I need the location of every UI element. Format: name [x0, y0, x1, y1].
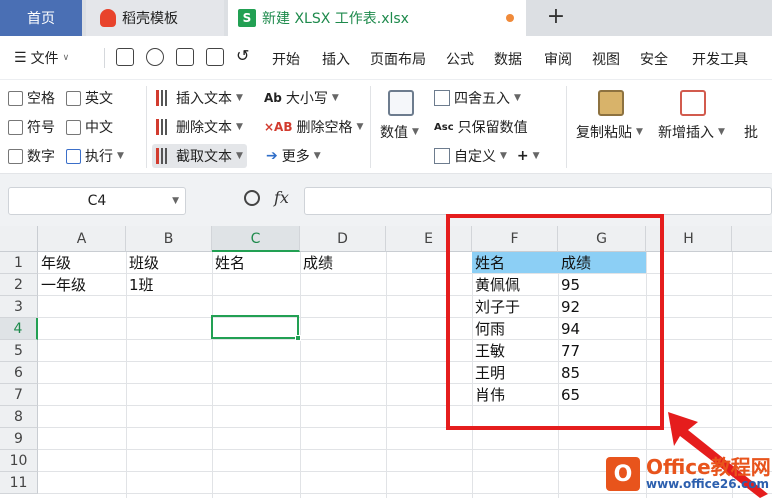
watermark: O Office教程网 www.office26.com	[606, 450, 772, 498]
batch-button[interactable]: 批	[744, 122, 758, 142]
chevron-down-icon: ∨	[62, 53, 70, 63]
docer-logo-icon	[100, 9, 116, 27]
new-tab-button[interactable]: +	[542, 4, 570, 29]
print-icon[interactable]	[176, 48, 194, 66]
watermark-url: www.office26.com	[646, 477, 770, 492]
clipboard-icon	[598, 90, 624, 116]
tab-workbook[interactable]: S 新建 XLSX 工作表.xlsx	[228, 0, 526, 36]
delete-text-button[interactable]: 删除文本 ▼	[156, 117, 243, 137]
column-header-d[interactable]: D	[300, 226, 386, 252]
copy-paste-button[interactable]: 复制粘贴 ▼	[576, 122, 643, 142]
row-header-9[interactable]: 9	[0, 428, 38, 450]
column-header-c[interactable]: C	[212, 226, 300, 252]
cell-a2[interactable]: 一年级	[38, 274, 86, 296]
export-icon[interactable]	[146, 48, 164, 66]
row-header-7[interactable]: 7	[0, 384, 38, 406]
divider	[104, 48, 105, 68]
row-header-6[interactable]: 6	[0, 362, 38, 384]
column-header-i[interactable]	[732, 226, 772, 252]
check-symbol[interactable]: 符号	[8, 117, 55, 137]
annotation-box	[446, 214, 664, 430]
delete-space-icon: ×AB	[264, 120, 293, 134]
round-button[interactable]: 四舍五入 ▼	[434, 88, 521, 108]
plus-icon: +	[516, 148, 529, 164]
cut-text-icon	[156, 148, 172, 164]
menu-developer[interactable]: 开发工具	[692, 49, 748, 69]
column-header-a[interactable]: A	[38, 226, 126, 252]
row-header-10[interactable]: 10	[0, 450, 38, 472]
cell-a1[interactable]: 年级	[38, 252, 71, 274]
row-header-11[interactable]: 11	[0, 472, 38, 494]
new-insert-icon	[680, 90, 706, 116]
case-button[interactable]: Ab 大小写 ▼	[264, 88, 339, 108]
tab-bar: 首页 稻壳模板 S 新建 XLSX 工作表.xlsx +	[0, 0, 772, 36]
value-icon	[388, 90, 414, 116]
execute-button[interactable]: 执行 ▼	[66, 146, 124, 166]
check-number[interactable]: 数字	[8, 146, 55, 166]
value-button[interactable]: 数值 ▼	[380, 122, 419, 142]
delete-space-button[interactable]: ×AB 删除空格 ▼	[264, 117, 363, 137]
office-logo-icon: O	[606, 457, 640, 491]
select-all-corner[interactable]	[0, 226, 38, 252]
delete-text-icon	[156, 119, 172, 135]
menu-review[interactable]: 审阅	[544, 49, 572, 69]
print-preview-icon[interactable]	[206, 48, 224, 66]
divider	[146, 86, 147, 168]
tab-home[interactable]: 首页	[0, 0, 82, 36]
check-english[interactable]: 英文	[66, 88, 113, 108]
execute-icon	[66, 148, 81, 164]
menu-home[interactable]: 开始	[272, 49, 300, 69]
row-header-1[interactable]: 1	[0, 252, 38, 274]
column-header-b[interactable]: B	[126, 226, 212, 252]
check-chinese[interactable]: 中文	[66, 117, 113, 137]
menu-bar: ☰ 文件 ∨ ↺ 开始 插入 页面布局 公式 数据 审阅 视图 安全 开发工具	[0, 36, 772, 80]
chevron-down-icon: ▼	[172, 196, 179, 206]
menu-security[interactable]: 安全	[640, 49, 668, 69]
cut-text-button[interactable]: 截取文本 ▼	[152, 144, 247, 168]
cell-b2[interactable]: 1班	[126, 274, 154, 296]
unsaved-dot-icon	[506, 14, 514, 22]
menu-view[interactable]: 视图	[592, 49, 620, 69]
row-header-4[interactable]: 4	[0, 318, 38, 340]
name-box[interactable]: C4 ▼	[8, 187, 186, 215]
divider	[566, 86, 567, 168]
new-insert-button[interactable]: 新增插入 ▼	[658, 122, 725, 142]
custom-button[interactable]: 自定义 ▼ + ▼	[434, 146, 540, 166]
more-button[interactable]: ➔ 更多 ▼	[266, 146, 321, 166]
menu-data[interactable]: 数据	[494, 49, 522, 69]
row-header-3[interactable]: 3	[0, 296, 38, 318]
cell-b1[interactable]: 班级	[126, 252, 159, 274]
cell-c1[interactable]: 姓名	[212, 252, 245, 274]
fill-handle[interactable]	[295, 335, 301, 341]
arrow-right-icon: ➔	[266, 148, 278, 164]
ribbon: 空格 英文 符号 中文 数字 执行 ▼ 插入文本 ▼ Ab 大小写 ▼ 删除文本 ▼ ×A…	[0, 80, 772, 174]
save-icon[interactable]	[116, 48, 134, 66]
menu-insert[interactable]: 插入	[322, 49, 350, 69]
check-space[interactable]: 空格	[8, 88, 55, 108]
keep-value-icon: Asc	[434, 121, 454, 133]
cell-d1[interactable]: 成绩	[300, 252, 333, 274]
row-header-2[interactable]: 2	[0, 274, 38, 296]
selected-cell-c4[interactable]	[211, 315, 301, 341]
spreadsheet-icon: S	[238, 9, 256, 27]
insert-text-icon	[156, 90, 172, 106]
zoom-icon[interactable]	[244, 190, 260, 206]
row-header-5[interactable]: 5	[0, 340, 38, 362]
insert-text-button[interactable]: 插入文本 ▼	[156, 88, 243, 108]
formula-input[interactable]	[304, 187, 772, 215]
custom-icon	[434, 148, 450, 164]
round-icon	[434, 90, 450, 106]
divider	[370, 86, 371, 168]
menu-page-layout[interactable]: 页面布局	[370, 49, 426, 69]
tab-docer[interactable]: 稻壳模板	[86, 0, 224, 36]
menu-formulas[interactable]: 公式	[446, 49, 474, 69]
file-menu[interactable]: ☰ 文件 ∨	[14, 48, 69, 68]
undo-icon[interactable]: ↺	[236, 46, 254, 65]
watermark-title: Office教程网	[646, 455, 771, 480]
keep-value-button[interactable]: Asc 只保留数值	[434, 117, 528, 137]
row-header-8[interactable]: 8	[0, 406, 38, 428]
hamburger-icon: ☰	[14, 50, 27, 66]
case-icon: Ab	[264, 91, 282, 105]
function-icon[interactable]: fx	[274, 188, 289, 207]
